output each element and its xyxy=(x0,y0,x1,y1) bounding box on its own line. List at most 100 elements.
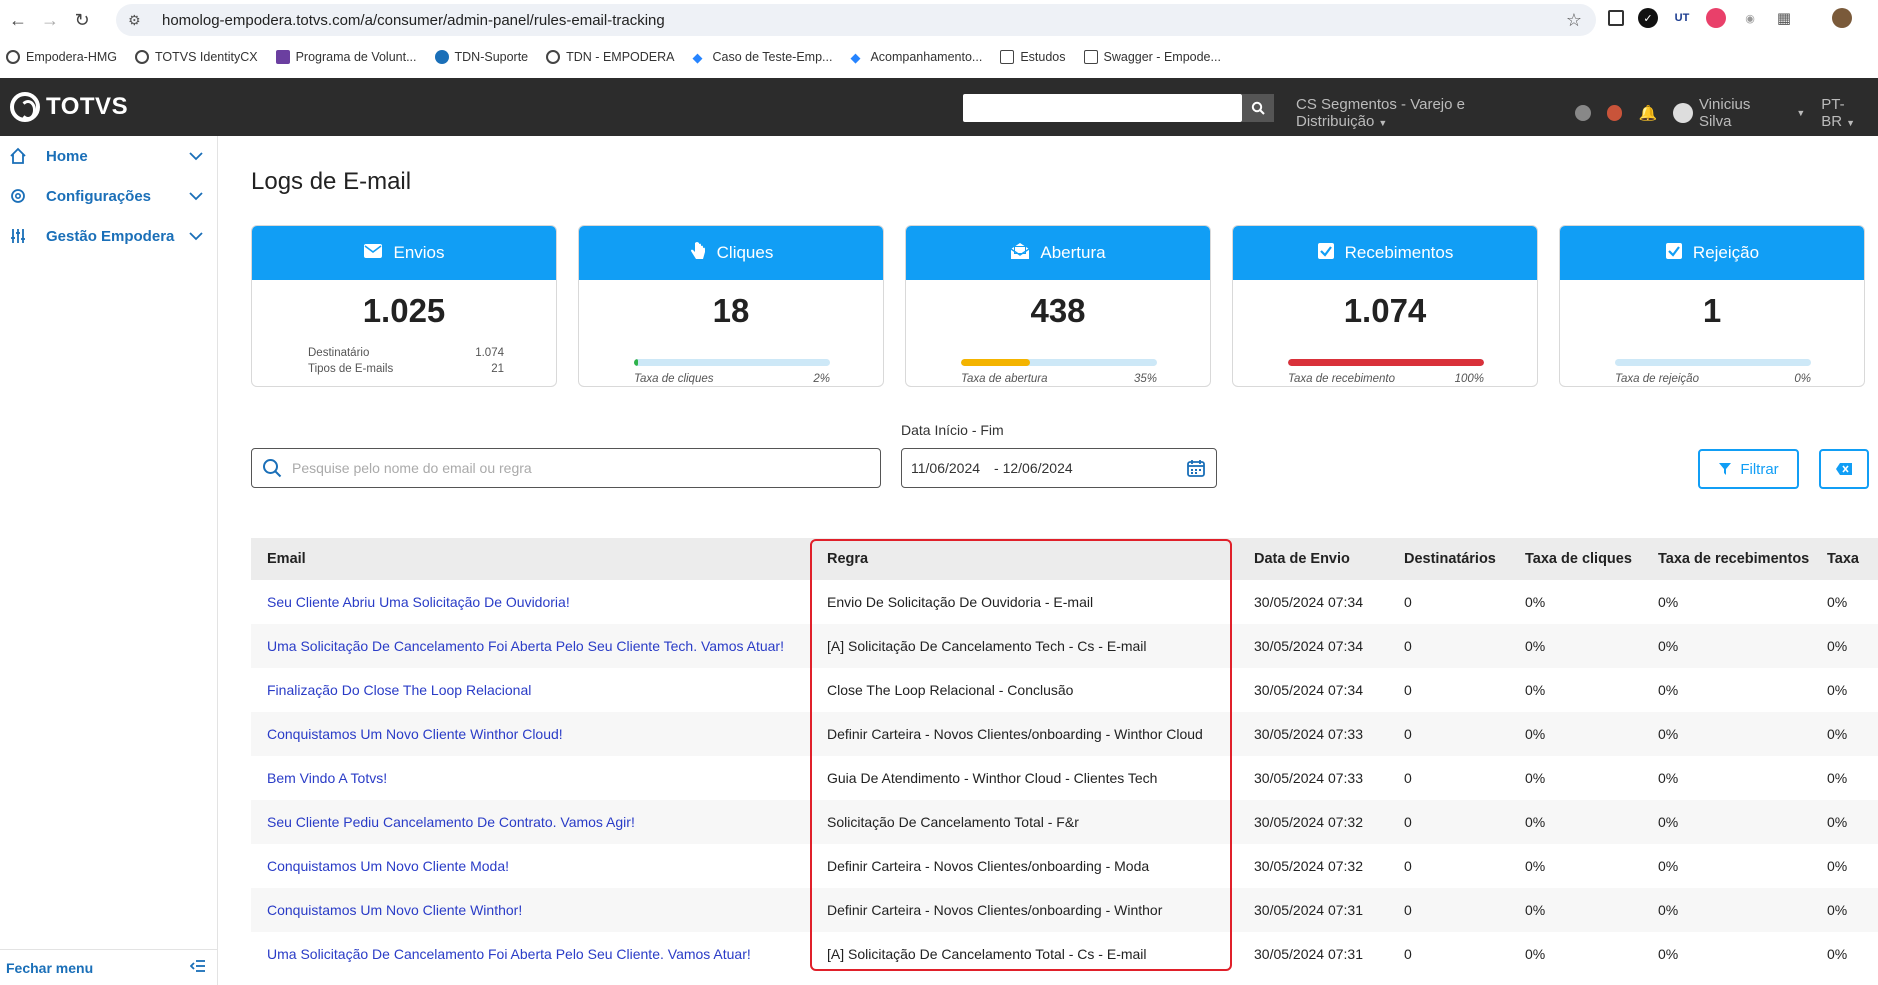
bookmark-item[interactable]: Programa de Volunt... xyxy=(275,50,417,64)
click-rate-cell: 0% xyxy=(1525,858,1546,874)
table-row[interactable]: Seu Cliente Abriu Uma Solicitação De Ouv… xyxy=(251,580,1878,624)
page-title: Logs de E-mail xyxy=(251,168,412,195)
send-date-cell: 30/05/2024 07:32 xyxy=(1254,814,1363,830)
address-bar[interactable]: ⚙ homolog-empodera.totvs.com/a/consumer/… xyxy=(116,4,1596,36)
date-end: - 12/06/2024 xyxy=(994,460,1073,476)
calendar-icon[interactable] xyxy=(1186,458,1206,481)
site-settings-icon[interactable]: ⚙ xyxy=(128,12,150,29)
progress-bar xyxy=(961,359,1157,366)
chevron-down-icon: ▼ xyxy=(1846,118,1856,128)
column-header[interactable]: Email xyxy=(251,551,811,567)
bookmark-item[interactable]: Empodera-HMG xyxy=(6,50,117,64)
bookmark-item[interactable]: TDN-Suporte xyxy=(434,50,528,64)
card-envios: Envios 1.025 Destinatário 1.074 Tipos de … xyxy=(251,225,557,387)
table-row[interactable]: Finalização Do Close The Loop Relacional… xyxy=(251,668,1878,712)
card-value: 438 xyxy=(1030,292,1086,329)
email-link[interactable]: Conquistamos Um Novo Cliente Moda! xyxy=(251,858,811,874)
check-extension-icon[interactable]: ✓ xyxy=(1638,8,1658,28)
sidebar-item-label: Gestão Empodera xyxy=(46,227,175,245)
bookmark-star-icon[interactable]: ☆ xyxy=(1566,10,1582,31)
bookmark-item[interactable]: TOTVS IdentityCX xyxy=(135,50,258,64)
user-avatar-small-icon[interactable] xyxy=(1606,105,1623,121)
circle-logo-icon xyxy=(546,50,561,64)
table-row[interactable]: Conquistamos Um Novo Cliente Moda! Defini… xyxy=(251,844,1878,888)
date-range-input[interactable]: 11/06/2024 - 12/06/2024 xyxy=(901,448,1217,488)
column-header[interactable]: Taxa de recebimentos xyxy=(1644,551,1821,567)
bookmark-item[interactable]: TDN - EMPODERA xyxy=(546,50,674,64)
column-header[interactable]: Taxa de cliques xyxy=(1509,551,1644,567)
funnel-icon xyxy=(1719,463,1732,475)
email-link[interactable]: Conquistamos Um Novo Cliente Winthor Clo… xyxy=(251,726,811,742)
rate-value: 100% xyxy=(1454,373,1484,385)
table-row[interactable]: Bem Vindo A Totvs! Guia De Atendimento - … xyxy=(251,756,1878,800)
qr-extension-icon[interactable] xyxy=(1608,10,1624,26)
card-recebimentos: Recebimentos 1.074 Taxa de recebimento 10… xyxy=(1232,225,1538,387)
column-header[interactable]: Data de Envio xyxy=(1238,551,1388,567)
email-link[interactable]: Bem Vindo A Totvs! xyxy=(251,770,811,786)
card-header: Cliques xyxy=(579,226,883,280)
colorful-extension-icon[interactable] xyxy=(1706,8,1726,28)
filter-button[interactable]: Filtrar xyxy=(1698,449,1799,489)
ut-extension-icon[interactable]: UT xyxy=(1672,8,1692,28)
table-row[interactable]: Conquistamos Um Novo Cliente Winthor! Def… xyxy=(251,888,1878,932)
email-link[interactable]: Uma Solicitação De Cancelamento Foi Aber… xyxy=(251,638,811,654)
card-value: 1 xyxy=(1702,292,1722,329)
back-icon[interactable]: ← xyxy=(4,6,32,34)
send-date-cell: 30/05/2024 07:31 xyxy=(1254,946,1363,962)
reload-icon[interactable]: ↻ xyxy=(68,6,96,34)
email-link[interactable]: Seu Cliente Pediu Cancelamento De Contra… xyxy=(251,814,811,830)
camera-extension-icon[interactable]: ◉ xyxy=(1740,8,1760,28)
chevron-down-icon: ▼ xyxy=(1378,118,1388,128)
email-search-input[interactable] xyxy=(292,460,852,476)
help-icon[interactable] xyxy=(1574,105,1591,121)
bookmark-folder[interactable]: Estudos xyxy=(1000,50,1066,64)
table-row[interactable]: Conquistamos Um Novo Cliente Winthor Clo… xyxy=(251,712,1878,756)
table-row[interactable]: Seu Cliente Pediu Cancelamento De Contra… xyxy=(251,800,1878,844)
receipt-rate-cell: 0% xyxy=(1658,770,1679,786)
column-header[interactable]: Regra xyxy=(811,551,1238,567)
rule-cell: Definir Carteira - Novos Clientes/onboar… xyxy=(827,902,1163,918)
bookmark-item[interactable]: ◆ Caso de Teste-Emp... xyxy=(692,50,833,65)
search-icon xyxy=(1251,101,1265,115)
jira-icon: ◆ xyxy=(850,50,861,65)
column-header[interactable]: Taxa xyxy=(1821,551,1878,567)
email-link[interactable]: Finalização Do Close The Loop Relacional xyxy=(251,682,811,698)
sidebar-item-configuracoes[interactable]: Configurações xyxy=(0,176,217,216)
card-value: 18 xyxy=(712,292,750,329)
global-search-button[interactable] xyxy=(1242,94,1274,122)
receipt-rate-cell: 0% xyxy=(1658,638,1679,654)
close-menu-button[interactable]: Fechar menu xyxy=(0,949,218,985)
user-menu[interactable]: Vinicius Silva ▼ xyxy=(1673,96,1805,130)
global-search-input[interactable] xyxy=(963,94,1242,122)
puzzle-extension-icon[interactable]: ▦ xyxy=(1774,8,1794,28)
rule-cell: [A] Solicitação De Cancelamento Total - … xyxy=(827,946,1147,962)
bookmark-item[interactable]: ◆ Acompanhamento... xyxy=(850,50,982,65)
totvs-logo[interactable]: TOTVS xyxy=(10,92,128,122)
checkbox-icon xyxy=(1665,242,1683,265)
form-icon xyxy=(275,50,290,64)
forward-icon[interactable]: → xyxy=(36,6,64,34)
sidebar-item-home[interactable]: Home xyxy=(0,136,217,176)
email-link[interactable]: Conquistamos Um Novo Cliente Winthor! xyxy=(251,902,811,918)
bell-icon[interactable]: 🔔 xyxy=(1638,104,1657,122)
send-date-cell: 30/05/2024 07:33 xyxy=(1254,726,1363,742)
email-link[interactable]: Seu Cliente Abriu Uma Solicitação De Ouv… xyxy=(251,594,811,610)
folder-icon xyxy=(1083,50,1098,64)
bookmark-folder[interactable]: Swagger - Empode... xyxy=(1083,50,1221,64)
segment-selector[interactable]: CS Segmentos - Varejo e Distribuição ▼ xyxy=(1296,96,1559,130)
language-selector[interactable]: PT-BR ▼ xyxy=(1821,96,1878,130)
bookmark-label: Caso de Teste-Emp... xyxy=(712,50,833,64)
table-row[interactable]: Uma Solicitação De Cancelamento Foi Aber… xyxy=(251,624,1878,668)
column-header[interactable]: Destinatários xyxy=(1388,551,1509,567)
user-name: Vinicius Silva xyxy=(1698,96,1751,130)
bookmarks-bar: Empodera-HMG TOTVS IdentityCX Programa d… xyxy=(0,42,1878,72)
bookmark-label: Estudos xyxy=(1020,50,1066,64)
table-row[interactable]: Uma Solicitação De Cancelamento Foi Aber… xyxy=(251,932,1878,976)
email-link[interactable]: Uma Solicitação De Cancelamento Foi Aber… xyxy=(251,946,811,962)
logo-text: TOTVS xyxy=(46,93,129,120)
clear-filter-button[interactable] xyxy=(1819,449,1869,489)
profile-avatar-icon[interactable] xyxy=(1832,8,1852,28)
email-search-field[interactable] xyxy=(251,448,881,488)
circle-logo-icon xyxy=(135,50,149,64)
sidebar-item-gestao-empodera[interactable]: Gestão Empodera xyxy=(0,216,217,256)
